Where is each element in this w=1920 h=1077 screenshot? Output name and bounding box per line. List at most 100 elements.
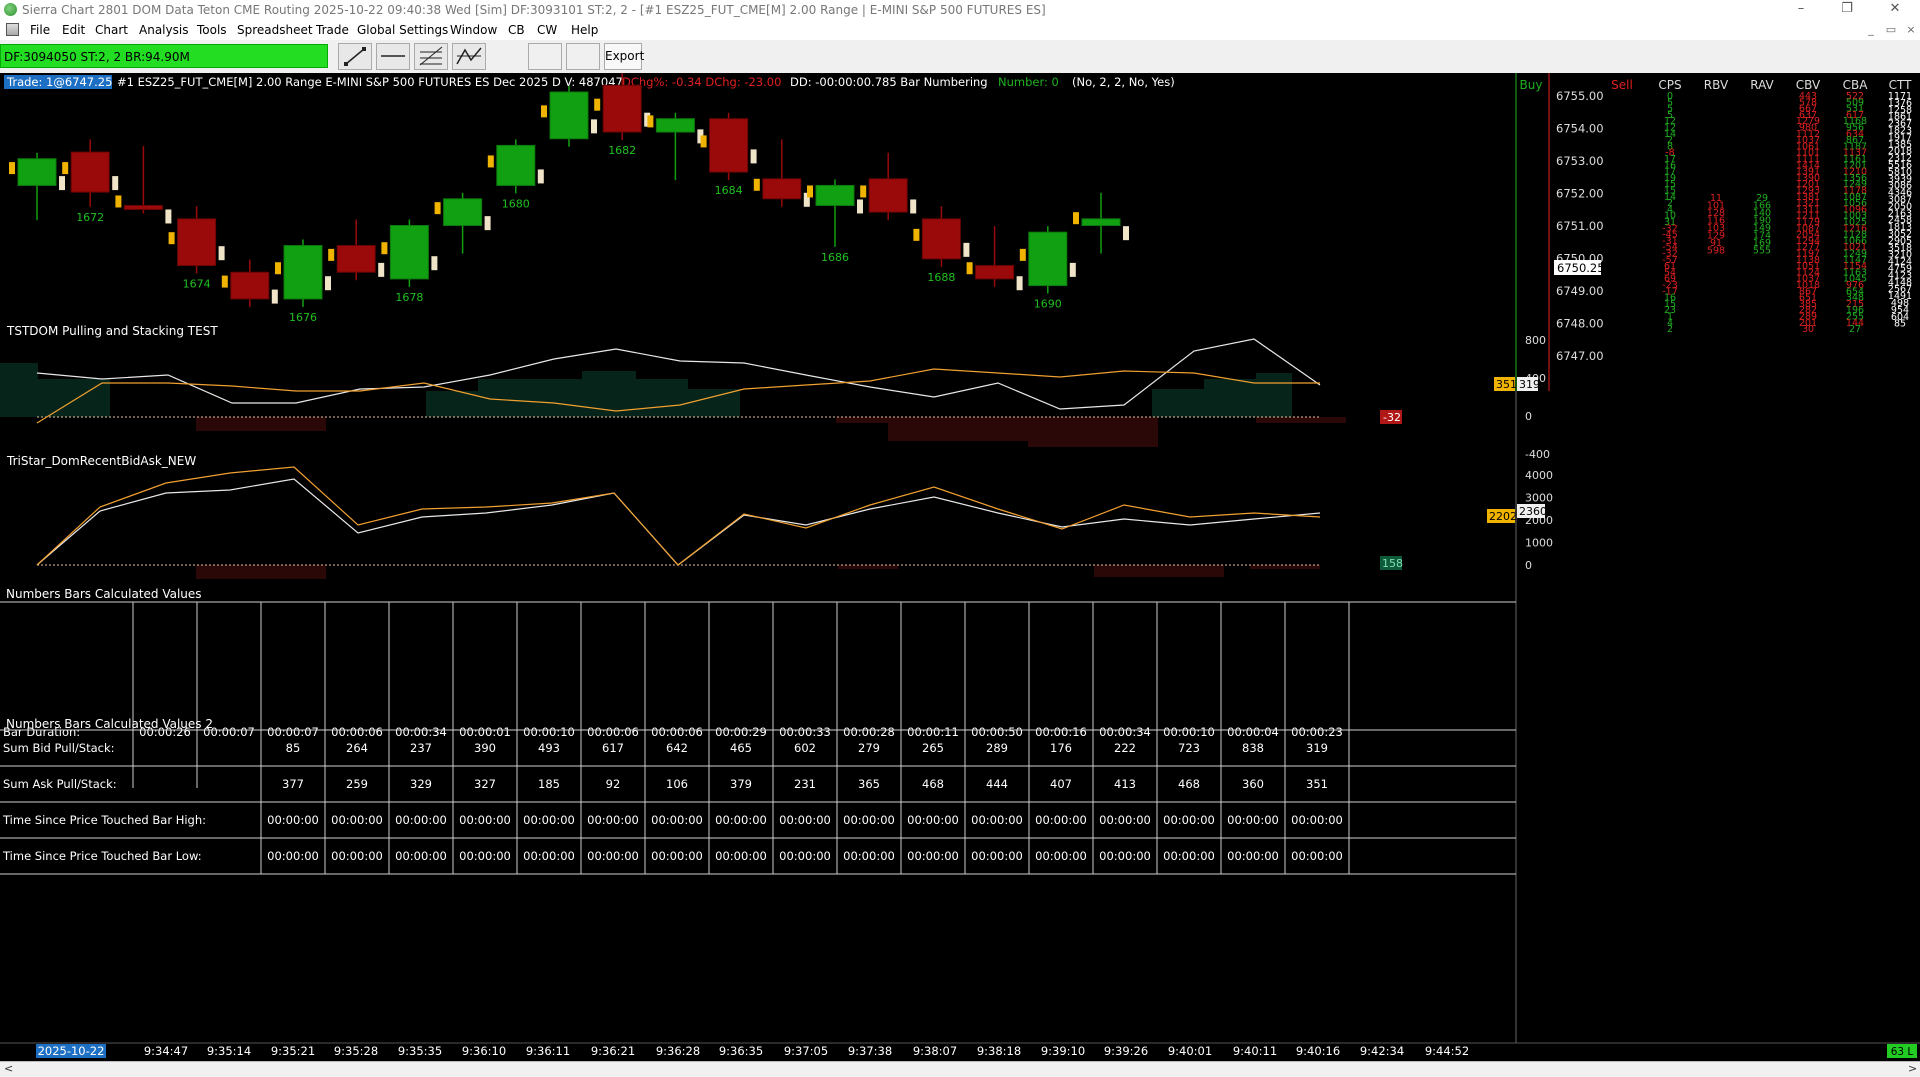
bar-duration-cell: 00:00:16	[1035, 725, 1087, 739]
price-pane[interactable]: 1672 1674 1676 1678 1680 1682 1684 1686 1688 1690	[9, 72, 1129, 324]
toolbar: DF:3094050 ST:2, 2 BR:94.90M Export	[0, 40, 1920, 74]
bid-marker	[168, 232, 175, 245]
horizontal-line-button[interactable]	[376, 43, 410, 70]
time-tick-label: 9:39:26	[1104, 1044, 1148, 1058]
mdi-restore-button[interactable]: ▭	[1880, 22, 1902, 38]
candle-body[interactable]	[549, 91, 589, 140]
candle-body[interactable]	[336, 245, 376, 273]
study1-red-value: -32	[1383, 411, 1401, 424]
table2-cell: 00:00:00	[843, 849, 895, 863]
time-tick-label: 9:40:01	[1168, 1044, 1212, 1058]
menu-file[interactable]: File	[30, 20, 50, 40]
menu-chart[interactable]: Chart	[95, 20, 128, 40]
close-button[interactable]: ✕	[1872, 0, 1918, 20]
menu-cw[interactable]: CW	[537, 20, 557, 40]
menu-cb[interactable]: CB	[508, 20, 525, 40]
candle-body[interactable]	[921, 218, 961, 260]
candle-body[interactable]	[283, 245, 323, 300]
trade-label: Trade: 1@6747.25	[6, 75, 112, 89]
candle-body[interactable]	[975, 265, 1015, 280]
candle-body[interactable]	[1028, 231, 1068, 287]
table1-title: Numbers Bars Calculated Values	[6, 587, 202, 601]
ask-marker	[378, 262, 385, 277]
dom-column-header: Sell	[1611, 78, 1633, 92]
dom-cell: 598	[1707, 246, 1725, 257]
menu-edit[interactable]: Edit	[62, 20, 85, 40]
candle-body[interactable]	[868, 178, 908, 213]
time-tick-label: 9:40:11	[1233, 1044, 1277, 1058]
time-tick-label: 9:42:34	[1360, 1044, 1404, 1058]
bid-marker	[434, 202, 441, 215]
chart-canvas[interactable]: Trade: 1@6747.25 #1 ESZ25_FUT_CME[M] 2.0…	[0, 72, 1920, 1061]
table2-cell: 00:00:00	[715, 813, 767, 827]
ask-marker	[591, 119, 597, 134]
time-tick-label: 9:38:18	[977, 1044, 1021, 1058]
bid-marker	[860, 185, 867, 198]
empty-toolbar-slot[interactable]	[528, 43, 562, 70]
bar-number-label: 1688	[927, 271, 955, 284]
candle-body[interactable]	[762, 178, 802, 200]
export-button[interactable]: Export	[604, 43, 644, 70]
table2-cell: 468	[922, 777, 944, 791]
minimize-button[interactable]: –	[1778, 0, 1824, 20]
bar-number-label: 1676	[289, 311, 317, 324]
candle-body[interactable]	[123, 204, 163, 210]
candle-body[interactable]	[177, 218, 217, 267]
menu-window[interactable]: Window	[450, 20, 497, 40]
study1-axis-tick: 800	[1525, 334, 1546, 347]
scroll-right-icon[interactable]: >	[1908, 1062, 1917, 1076]
study-bid-ask-pane[interactable]: TriStar_DomRecentBidAsk_NEW4000300020001…	[6, 454, 1553, 579]
candle-body[interactable]	[602, 84, 642, 133]
candle-body[interactable]	[815, 184, 855, 206]
candle-body[interactable]	[709, 118, 749, 173]
time-tick-label: 9:35:14	[207, 1044, 251, 1058]
table2-cell: 00:00:00	[395, 849, 447, 863]
menu-help[interactable]: Help	[571, 20, 598, 40]
bid-marker	[913, 228, 920, 241]
table2-cell: 176	[1050, 741, 1072, 755]
bid-marker	[700, 135, 707, 148]
mdi-minimize-button[interactable]: _	[1860, 22, 1882, 38]
study2-axis-tick: 3000	[1525, 492, 1553, 505]
menu-trade[interactable]: Trade	[316, 20, 349, 40]
candle-body[interactable]	[655, 118, 695, 133]
data-feed-status[interactable]: DF:3094050 ST:2, 2 BR:94.90M	[0, 44, 328, 68]
rays-tool-button[interactable]	[452, 43, 486, 70]
bid-marker	[381, 242, 388, 255]
bar-duration-cell: 00:00:06	[651, 725, 703, 739]
chart-area[interactable]: Trade: 1@6747.25 #1 ESZ25_FUT_CME[M] 2.0…	[0, 72, 1920, 1061]
bar-duration-cell: 00:00:10	[1163, 725, 1215, 739]
table2-cell: 327	[474, 777, 496, 791]
candle-body[interactable]	[17, 158, 57, 186]
mdi-close-button[interactable]: ×	[1900, 22, 1920, 38]
bar-duration-cell: 00:00:34	[395, 725, 447, 739]
table2-row-label: Time Since Price Touched Bar Low:	[2, 849, 202, 863]
line-tool-button[interactable]	[338, 43, 372, 70]
menu-tools[interactable]: Tools	[197, 20, 227, 40]
calculated-values-tables: Numbers Bars Calculated ValuesBar Durati…	[0, 587, 1516, 875]
menu-analysis[interactable]: Analysis	[139, 20, 188, 40]
table2-cell: 468	[1178, 777, 1200, 791]
ask-marker	[857, 199, 863, 214]
candle-body[interactable]	[443, 198, 483, 227]
scroll-left-icon[interactable]: <	[4, 1062, 13, 1076]
horizontal-scrollbar[interactable]: < >	[0, 1061, 1920, 1077]
table2-cell: 00:00:00	[459, 813, 511, 827]
empty-toolbar-slot[interactable]	[566, 43, 600, 70]
candle-body[interactable]	[230, 271, 270, 300]
bid-marker	[487, 155, 494, 168]
bid-marker	[9, 162, 15, 175]
study1-title: TSTDOM Pulling and Stacking TEST	[6, 324, 218, 338]
table2-cell: 264	[346, 741, 368, 755]
candle-body[interactable]	[1081, 218, 1121, 226]
menu-global-settings[interactable]: Global Settings	[357, 20, 448, 40]
candle-body[interactable]	[496, 144, 536, 186]
bar-number-label: 1674	[183, 278, 211, 291]
candle-body[interactable]	[70, 151, 110, 193]
candle-body[interactable]	[389, 225, 429, 280]
study-pull-stack-pane[interactable]: TSTDOM Pulling and Stacking TEST8004000-…	[0, 324, 1550, 461]
maximize-button[interactable]: ❐	[1824, 0, 1870, 20]
chart-window-icon[interactable]	[6, 23, 19, 36]
menu-spreadsheet[interactable]: Spreadsheet	[237, 20, 313, 40]
fib-tool-button[interactable]	[414, 43, 448, 70]
